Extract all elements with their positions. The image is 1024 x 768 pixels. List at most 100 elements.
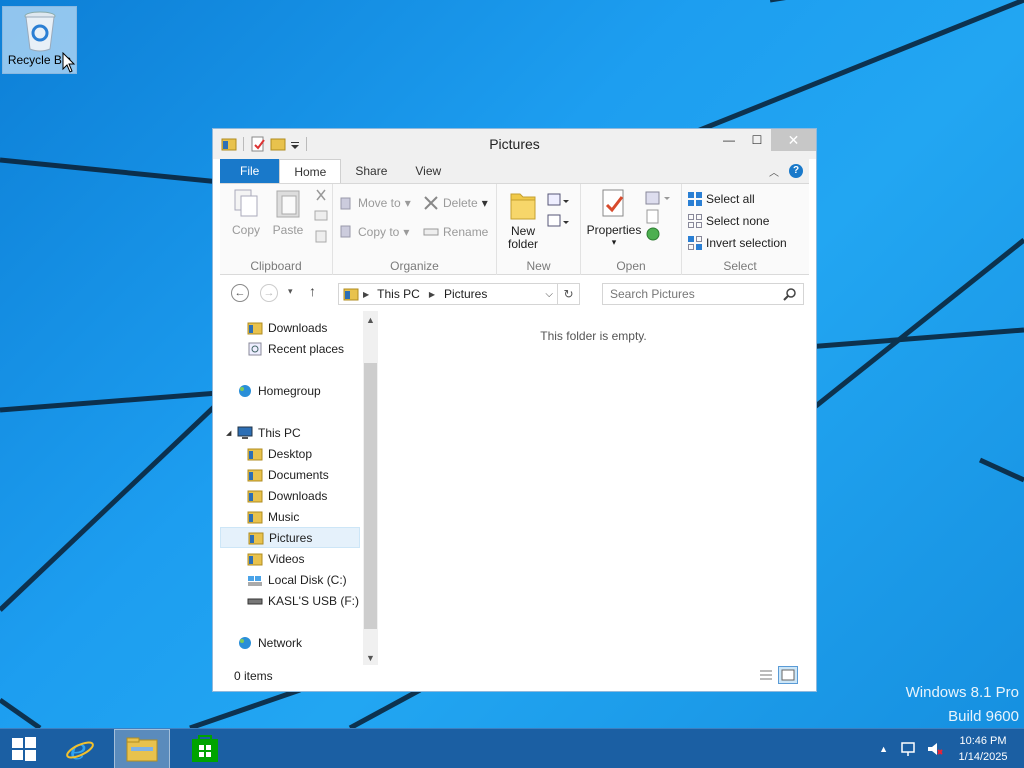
properties-qat-icon[interactable] <box>250 136 266 152</box>
tab-file[interactable]: File <box>220 159 280 183</box>
up-button[interactable]: ↑ <box>309 283 316 299</box>
store-button[interactable] <box>177 729 233 768</box>
tab-share[interactable]: Share <box>341 159 401 183</box>
nav-item-label: Homegroup <box>258 383 321 398</box>
nav-item[interactable]: Videos <box>220 548 360 569</box>
videos-folder-icon <box>247 553 263 565</box>
refresh-button[interactable]: ↻ <box>558 283 580 305</box>
nav-scrollbar[interactable]: ▲ ▼ <box>363 311 378 665</box>
search-icon[interactable] <box>783 287 797 301</box>
nav-item[interactable]: Desktop <box>220 443 360 464</box>
scroll-up-icon[interactable]: ▲ <box>363 315 378 325</box>
search-input[interactable]: Search Pictures <box>610 287 695 301</box>
network-status-icon[interactable] <box>900 741 918 757</box>
maximize-button[interactable]: ☐ <box>743 129 771 151</box>
quick-access-toolbar <box>221 136 309 152</box>
new-folder-icon <box>510 193 536 220</box>
windows-logo-icon <box>12 737 36 761</box>
nav-item[interactable]: KASL'S USB (F:) <box>220 590 360 611</box>
forward-button[interactable]: → <box>260 284 278 302</box>
nav-item[interactable]: Recent places <box>220 338 360 359</box>
clipboard-group-label: Clipboard <box>250 259 302 273</box>
ribbon-tabs: File Home Share View ︿ ? <box>220 159 809 183</box>
clock[interactable]: 10:46 PM 1/14/2025 <box>948 733 1018 765</box>
nav-item[interactable]: Pictures <box>220 527 360 548</box>
delete-icon <box>424 196 438 210</box>
nav-item[interactable]: Homegroup <box>220 380 360 401</box>
expand-arrow-icon[interactable]: ◢ <box>226 429 231 437</box>
explorer-folder-icon[interactable] <box>221 136 237 152</box>
file-list-pane[interactable]: This folder is empty. <box>378 311 809 665</box>
customize-qat-dropdown-icon[interactable] <box>290 136 300 152</box>
recent-locations-chevron-icon[interactable]: ▾ <box>288 286 293 297</box>
rename-button[interactable]: Rename <box>423 225 488 239</box>
usb-drive-icon <box>247 598 263 604</box>
select-all-label: Select all <box>706 192 755 206</box>
select-none-button[interactable]: Select none <box>688 214 769 228</box>
nav-item-label: Network <box>258 635 303 650</box>
scrollbar-thumb[interactable] <box>364 363 377 629</box>
nav-item[interactable]: Documents <box>220 464 360 485</box>
new-folder-button[interactable]: New folder <box>501 188 545 251</box>
nav-item[interactable]: Downloads <box>220 485 360 506</box>
details-view-icon[interactable] <box>758 667 774 683</box>
internet-explorer-button[interactable]: e <box>52 729 108 768</box>
show-desktop-button[interactable] <box>1018 729 1024 768</box>
nav-item[interactable]: Local Disk (C:) <box>220 569 360 590</box>
move-to-button[interactable]: Move to ▾ <box>340 196 411 210</box>
nav-item-label: Music <box>268 509 300 524</box>
nav-item[interactable]: This PC ◢ <box>220 422 360 443</box>
homegroup-icon <box>239 384 251 397</box>
select-all-button[interactable]: Select all <box>688 192 755 206</box>
copy-icon <box>234 189 258 217</box>
breadcrumb-pictures[interactable]: Pictures <box>444 287 487 301</box>
volume-muted-icon[interactable] <box>926 741 944 757</box>
breadcrumb-this-pc[interactable]: This PC <box>377 287 420 301</box>
back-button[interactable]: ← <box>231 284 249 302</box>
status-bar: 0 items <box>220 665 809 685</box>
tab-view[interactable]: View <box>401 159 455 183</box>
this-pc-icon <box>237 426 253 439</box>
system-tray: ▲ 10:46 PM 1/14/2025 <box>879 729 1024 768</box>
new-folder-label-line2: folder <box>507 237 539 251</box>
open-small-icons <box>645 191 670 241</box>
properties-button[interactable]: Properties ▾ <box>585 188 643 248</box>
delete-button[interactable]: Delete ▾ <box>423 196 488 210</box>
copy-to-button[interactable]: Copy to ▾ <box>340 225 409 239</box>
tab-home[interactable]: Home <box>279 159 342 183</box>
windows-edition-watermark: Windows 8.1 Pro <box>905 684 1019 701</box>
large-icons-view-icon[interactable] <box>778 666 798 684</box>
nav-item[interactable]: Downloads <box>220 317 360 338</box>
nav-item-label: Pictures <box>269 530 313 545</box>
recent-places-icon <box>248 342 262 355</box>
show-hidden-icons-chevron-icon[interactable]: ▲ <box>879 744 888 754</box>
organize-group-label: Organize <box>390 259 439 273</box>
copy-button[interactable]: Copy <box>226 188 266 237</box>
search-box[interactable]: Search Pictures <box>602 283 804 305</box>
select-all-icon <box>688 192 702 206</box>
new-folder-qat-icon[interactable] <box>270 136 286 152</box>
nav-item-label: Documents <box>268 467 329 482</box>
collapse-ribbon-icon[interactable]: ︿ <box>769 164 779 179</box>
address-bar[interactable]: ▶ This PC ▶ Pictures ⌵ <box>338 283 558 305</box>
start-button[interactable] <box>0 729 48 768</box>
close-button[interactable]: ✕ <box>771 129 816 151</box>
move-to-icon <box>340 197 351 210</box>
help-icon[interactable]: ? <box>789 164 803 178</box>
breadcrumb-separator-icon: ▶ <box>428 289 435 299</box>
paste-button[interactable]: Paste <box>268 188 308 237</box>
invert-selection-button[interactable]: Invert selection <box>688 236 787 250</box>
file-explorer-button[interactable] <box>114 729 170 768</box>
scroll-down-icon[interactable]: ▼ <box>363 653 378 663</box>
nav-item-label: Recent places <box>268 341 345 356</box>
nav-item-label: Downloads <box>268 320 328 335</box>
title-bar[interactable]: Pictures — ☐ ✕ <box>213 129 816 159</box>
address-dropdown-icon[interactable]: ⌵ <box>545 289 553 300</box>
nav-item[interactable]: Music <box>220 506 360 527</box>
internet-explorer-icon: e <box>66 734 94 764</box>
minimize-button[interactable]: — <box>715 129 743 151</box>
delete-label: Delete <box>443 196 478 210</box>
nav-item[interactable]: Network <box>220 632 360 653</box>
select-group: Select all Select none Invert selection … <box>682 184 798 276</box>
downloads-folder-icon <box>247 322 263 334</box>
